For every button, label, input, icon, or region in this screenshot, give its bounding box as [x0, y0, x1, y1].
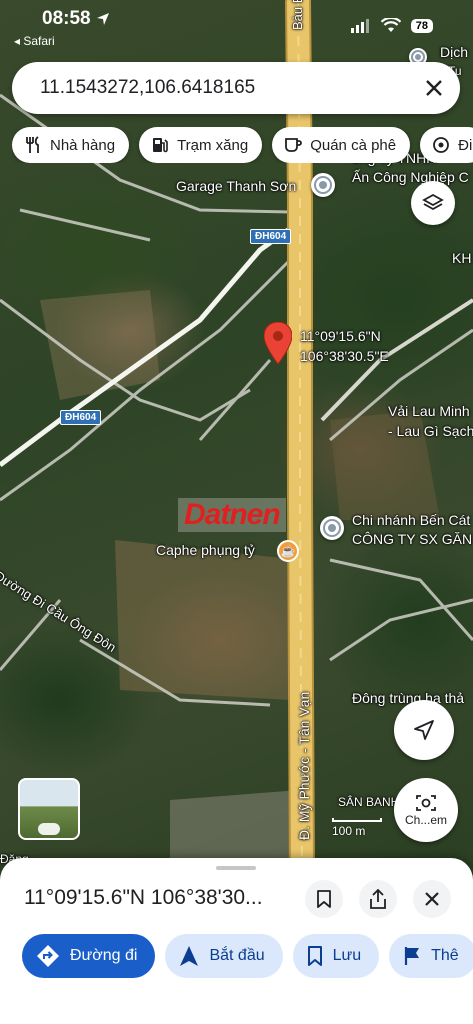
watermark: Datnen	[178, 498, 286, 532]
close-sheet-button[interactable]	[413, 880, 451, 918]
bookmark-icon	[307, 946, 322, 966]
status-bar: 08:58 ◂ Safari 78	[0, 0, 473, 54]
map-scale: 100 m	[332, 818, 382, 838]
directions-icon	[37, 945, 59, 967]
action-label: Đường đi	[70, 947, 138, 964]
poi-label[interactable]: Vải Lau Minh	[388, 403, 470, 419]
pin-coordinate: 11°09'15.6"N	[300, 328, 381, 344]
place-title: 11°09'15.6"N 106°38'30...	[24, 886, 263, 909]
close-icon[interactable]	[408, 62, 460, 114]
bookmark-icon	[317, 890, 331, 908]
save-bookmark-button[interactable]	[305, 880, 343, 918]
save-button[interactable]: Lưu	[292, 934, 380, 978]
share-button[interactable]	[359, 880, 397, 918]
directions-button[interactable]: Đường đi	[22, 934, 156, 978]
layers-button[interactable]	[411, 181, 455, 225]
battery-indicator: 78	[410, 18, 433, 33]
chip-attractions[interactable]: Đi	[420, 127, 473, 163]
road-label: Đ. Mỹ Phước - Tân Vạn	[296, 691, 312, 840]
start-button[interactable]: Bắt đầu	[165, 934, 283, 978]
flag-icon	[405, 947, 420, 965]
clock: 08:58	[42, 8, 110, 30]
layers-icon	[422, 193, 444, 211]
restaurant-icon	[26, 136, 39, 153]
chip-label: Trạm xăng	[177, 136, 249, 154]
route-badge: ĐH604	[60, 410, 102, 425]
action-label: Bắt đầu	[209, 947, 265, 964]
action-buttons: Đường đi Bắt đầu Lưu Thê	[22, 934, 473, 978]
poi-label[interactable]: Caphe phụng tỷ	[156, 542, 255, 558]
chip-label: Đi	[458, 136, 473, 154]
poi-label[interactable]: Ấn Công Nghiệp C	[352, 169, 469, 185]
close-icon	[425, 892, 439, 906]
poi-label: - Lau Gì Sạch	[388, 423, 473, 439]
camera-label: Ch...em	[404, 813, 447, 827]
back-to-app-link[interactable]: ◂ Safari	[14, 34, 55, 48]
chip-coffee[interactable]: Quán cà phê	[272, 127, 411, 163]
cellular-signal-icon	[350, 18, 369, 33]
chip-gas[interactable]: Trạm xăng	[139, 127, 263, 163]
poi-label[interactable]: Chi nhánh Bến Cát	[352, 512, 470, 528]
route-badge: ĐH604	[250, 229, 292, 244]
add-label-button[interactable]: Thê	[389, 934, 473, 978]
coffee-icon	[285, 138, 303, 152]
chip-label: Quán cà phê	[310, 136, 397, 154]
coffee-icon[interactable]: ☕	[277, 540, 299, 562]
place-marker-icon[interactable]	[311, 173, 335, 197]
search-input[interactable]: 11.1543272,106.6418165	[12, 77, 408, 99]
chip-restaurants[interactable]: Nhà hàng	[12, 127, 130, 163]
pin-coordinate: 106°38'30.5"E	[300, 348, 389, 364]
poi-label: SÂN BANH	[338, 795, 400, 809]
attraction-icon	[433, 137, 450, 153]
wifi-icon	[380, 18, 401, 32]
poi-label: KH	[452, 250, 472, 266]
street-view-thumbnail[interactable]	[18, 778, 80, 840]
action-label: Thê	[431, 947, 459, 964]
category-chips: Nhà hàng Trạm xăng Quán cà phê Đi	[12, 127, 473, 163]
location-pin-icon[interactable]	[264, 322, 292, 364]
action-label: Lưu	[332, 947, 362, 964]
camera-search-button[interactable]: Ch...em	[394, 778, 458, 842]
poi-label: CÔNG TY SX GĂN	[352, 531, 473, 547]
share-icon	[370, 889, 386, 909]
lens-camera-icon	[416, 795, 436, 811]
rotate-arrow-icon	[38, 823, 60, 835]
place-marker-icon[interactable]	[320, 516, 344, 540]
search-bar[interactable]: 11.1543272,106.6418165	[12, 62, 460, 114]
poi-label[interactable]: Garage Thanh Sơn	[176, 178, 296, 194]
navigation-icon	[180, 946, 199, 966]
navigation-arrow-icon	[414, 720, 434, 740]
gas-station-icon	[153, 138, 168, 153]
location-arrow-icon	[96, 12, 109, 25]
chip-label: Nhà hàng	[50, 136, 116, 154]
my-location-button[interactable]	[394, 700, 454, 760]
drag-handle[interactable]	[216, 866, 256, 870]
